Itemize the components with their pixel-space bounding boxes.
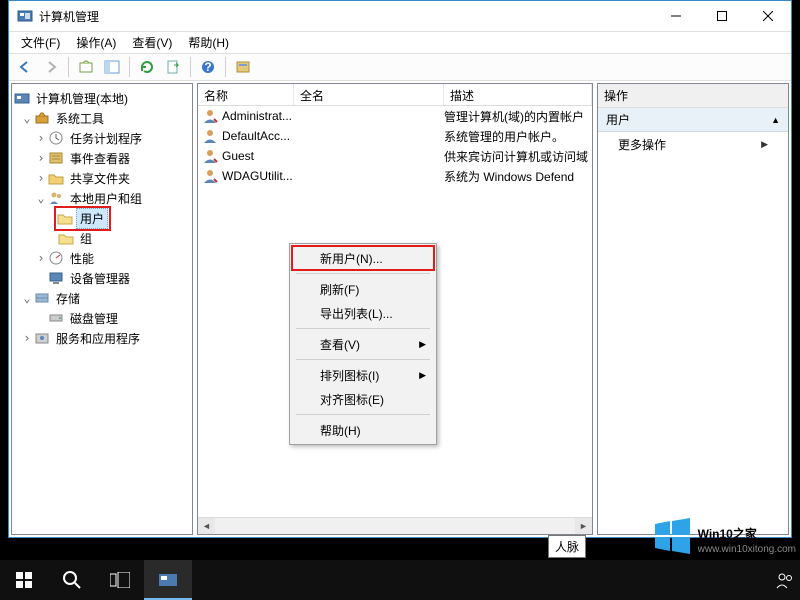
highlight-box: 用户 — [54, 206, 111, 231]
menu-action[interactable]: 操作(A) — [70, 32, 122, 53]
tree-disk-mgmt[interactable]: 磁盘管理 — [14, 308, 190, 328]
chevron-right-icon: ▶ — [419, 339, 426, 350]
tree-root[interactable]: 计算机管理(本地) — [14, 88, 190, 108]
ctx-refresh[interactable]: 刷新(F) — [292, 277, 434, 301]
col-name[interactable]: 名称 — [198, 84, 294, 105]
taskview-button[interactable] — [96, 560, 144, 600]
menu-bar: 文件(F) 操作(A) 查看(V) 帮助(H) — [9, 31, 791, 53]
collapse-icon: ▲ — [771, 115, 780, 125]
window-title: 计算机管理 — [39, 8, 653, 25]
tree-pane[interactable]: 计算机管理(本地) ⌄系统工具 ›任务计划程序 ›事件查看器 ›共享文件夹 ⌄本… — [11, 83, 193, 535]
menu-separator — [296, 328, 430, 329]
ctx-new-user[interactable]: 新用户(N)... — [292, 246, 434, 270]
tray-people-icon[interactable] — [776, 571, 794, 589]
tree-device-manager[interactable]: 设备管理器 — [14, 268, 190, 288]
help-button[interactable]: ? — [196, 55, 220, 79]
expand-icon[interactable]: › — [34, 251, 48, 265]
menu-help[interactable]: 帮助(H) — [182, 32, 235, 53]
svg-text:?: ? — [204, 60, 211, 74]
user-icon — [202, 168, 218, 184]
chevron-right-icon: ▶ — [419, 370, 426, 381]
tooltip: 人脉 — [548, 535, 586, 558]
up-button[interactable] — [74, 55, 98, 79]
folder-icon — [58, 230, 74, 246]
user-icon — [202, 128, 218, 144]
chevron-right-icon: ▶ — [761, 139, 768, 150]
context-menu: 新用户(N)... 刷新(F) 导出列表(L)... 查看(V)▶ 排列图标(I… — [289, 243, 437, 445]
tree-storage[interactable]: ⌄存储 — [14, 288, 190, 308]
forward-button[interactable] — [39, 55, 63, 79]
expand-icon[interactable]: › — [20, 331, 34, 345]
export-button[interactable] — [161, 55, 185, 79]
back-button[interactable] — [13, 55, 37, 79]
expand-icon[interactable]: › — [34, 151, 48, 165]
ctx-arrange[interactable]: 排列图标(I)▶ — [292, 363, 434, 387]
tree-shared-folders[interactable]: ›共享文件夹 — [14, 168, 190, 188]
expand-icon[interactable]: › — [34, 131, 48, 145]
ctx-help[interactable]: 帮助(H) — [292, 418, 434, 442]
list-item[interactable]: WDAGUtilit... 系统为 Windows Defend — [198, 166, 592, 186]
col-desc[interactable]: 描述 — [444, 84, 592, 105]
tree-users[interactable]: 用户 — [14, 208, 190, 228]
collapse-icon[interactable]: ⌄ — [34, 191, 48, 205]
refresh-button[interactable] — [135, 55, 159, 79]
menu-view[interactable]: 查看(V) — [126, 32, 178, 53]
collapse-icon[interactable]: ⌄ — [20, 111, 34, 125]
expand-icon[interactable]: › — [34, 171, 48, 185]
ctx-view[interactable]: 查看(V)▶ — [292, 332, 434, 356]
tree-services-apps[interactable]: ›服务和应用程序 — [14, 328, 190, 348]
scroll-left-icon[interactable]: ◄ — [198, 518, 215, 535]
tree-task-scheduler[interactable]: ›任务计划程序 — [14, 128, 190, 148]
folder-icon — [57, 210, 73, 226]
actions-more[interactable]: 更多操作▶ — [598, 132, 788, 157]
list-item[interactable]: Administrat... 管理计算机(域)的内置帐户 — [198, 106, 592, 126]
toolbar: ? — [9, 53, 791, 81]
maximize-button[interactable] — [699, 1, 745, 31]
system-tray[interactable] — [776, 560, 800, 600]
collapse-icon[interactable]: ⌄ — [20, 291, 34, 305]
start-button[interactable] — [0, 560, 48, 600]
user-icon — [202, 148, 218, 164]
actions-header: 操作 — [598, 84, 788, 108]
show-hide-tree-button[interactable] — [100, 55, 124, 79]
list-header: 名称 全名 描述 — [198, 84, 592, 106]
ctx-align[interactable]: 对齐图标(E) — [292, 387, 434, 411]
tree-event-viewer[interactable]: ›事件查看器 — [14, 148, 190, 168]
menu-separator — [296, 359, 430, 360]
minimize-button[interactable] — [653, 1, 699, 31]
actions-pane: 操作 用户▲ 更多操作▶ — [597, 83, 789, 535]
menu-separator — [296, 273, 430, 274]
actions-section[interactable]: 用户▲ — [598, 108, 788, 132]
taskbar-app[interactable] — [144, 560, 192, 600]
watermark-text: Win10之家www.win10xitong.com — [698, 518, 796, 555]
tree-groups[interactable]: 组 — [14, 228, 190, 248]
ctx-export[interactable]: 导出列表(L)... — [292, 301, 434, 325]
horizontal-scrollbar[interactable]: ◄ ► — [198, 517, 592, 534]
title-bar[interactable]: 计算机管理 — [9, 1, 791, 31]
tree-system-tools[interactable]: ⌄系统工具 — [14, 108, 190, 128]
windows-logo-icon — [652, 516, 692, 556]
scroll-right-icon[interactable]: ► — [575, 518, 592, 535]
watermark: Win10之家www.win10xitong.com — [652, 516, 796, 556]
menu-separator — [296, 414, 430, 415]
menu-file[interactable]: 文件(F) — [15, 32, 66, 53]
close-button[interactable] — [745, 1, 791, 31]
list-item[interactable]: Guest 供来宾访问计算机或访问域 — [198, 146, 592, 166]
properties-button[interactable] — [231, 55, 255, 79]
app-icon — [17, 8, 33, 24]
taskbar[interactable] — [0, 560, 800, 600]
list-item[interactable]: DefaultAcc... 系统管理的用户帐户。 — [198, 126, 592, 146]
search-button[interactable] — [48, 560, 96, 600]
user-icon — [202, 108, 218, 124]
tree-performance[interactable]: ›性能 — [14, 248, 190, 268]
col-fullname[interactable]: 全名 — [294, 84, 444, 105]
